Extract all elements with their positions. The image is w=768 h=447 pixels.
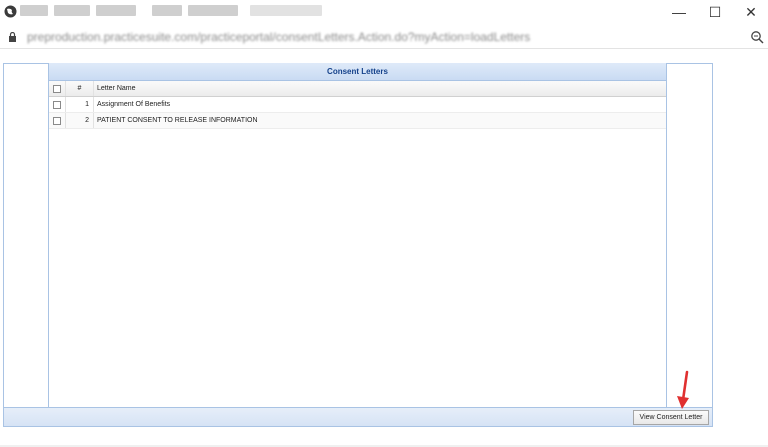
row-checkbox-cell[interactable] xyxy=(49,97,66,112)
blurred-title-block xyxy=(20,5,48,16)
grid-header-row: # Letter Name xyxy=(49,81,666,97)
row-number: 1 xyxy=(66,97,94,112)
blurred-title-block xyxy=(250,5,322,16)
row-letter-name[interactable]: PATIENT CONSENT TO RELEASE INFORMATION xyxy=(94,113,666,128)
table-row[interactable]: 2 PATIENT CONSENT TO RELEASE INFORMATION xyxy=(49,113,666,129)
minimize-button[interactable]: — xyxy=(662,0,696,24)
blurred-title-block xyxy=(96,5,136,16)
url-text[interactable]: preproduction.practicesuite.com/practice… xyxy=(27,29,530,45)
grid-title: Consent Letters xyxy=(49,63,666,81)
lock-icon xyxy=(9,32,16,42)
red-arrow-annotation xyxy=(677,370,689,409)
maximize-button[interactable]: ☐ xyxy=(698,0,732,24)
grid-bottom-toolbar xyxy=(3,407,713,427)
zoom-icon[interactable] xyxy=(750,30,764,44)
row-checkbox-cell[interactable] xyxy=(49,113,66,128)
globe-icon xyxy=(4,5,17,18)
select-all-cell[interactable] xyxy=(49,81,66,96)
blurred-title-block xyxy=(54,5,90,16)
row-checkbox[interactable] xyxy=(53,116,61,125)
row-letter-name[interactable]: Assignment Of Benefits xyxy=(94,97,666,112)
window-titlebar: — ☐ ✕ xyxy=(0,0,768,24)
blurred-title-block xyxy=(152,5,182,16)
row-number: 2 xyxy=(66,113,94,128)
blurred-title-block xyxy=(188,5,238,16)
table-row[interactable]: 1 Assignment Of Benefits xyxy=(49,97,666,113)
select-all-checkbox[interactable] xyxy=(53,84,61,93)
close-button[interactable]: ✕ xyxy=(734,0,768,24)
consent-letters-grid: Consent Letters # Letter Name 1 Assignme… xyxy=(48,63,667,408)
address-bar: preproduction.practicesuite.com/practice… xyxy=(0,26,768,48)
column-header-number[interactable]: # xyxy=(66,81,94,96)
view-consent-letter-button[interactable]: View Consent Letter xyxy=(633,410,709,425)
row-checkbox[interactable] xyxy=(53,100,61,109)
column-header-letter-name[interactable]: Letter Name xyxy=(94,81,666,96)
chrome-divider xyxy=(0,48,768,49)
